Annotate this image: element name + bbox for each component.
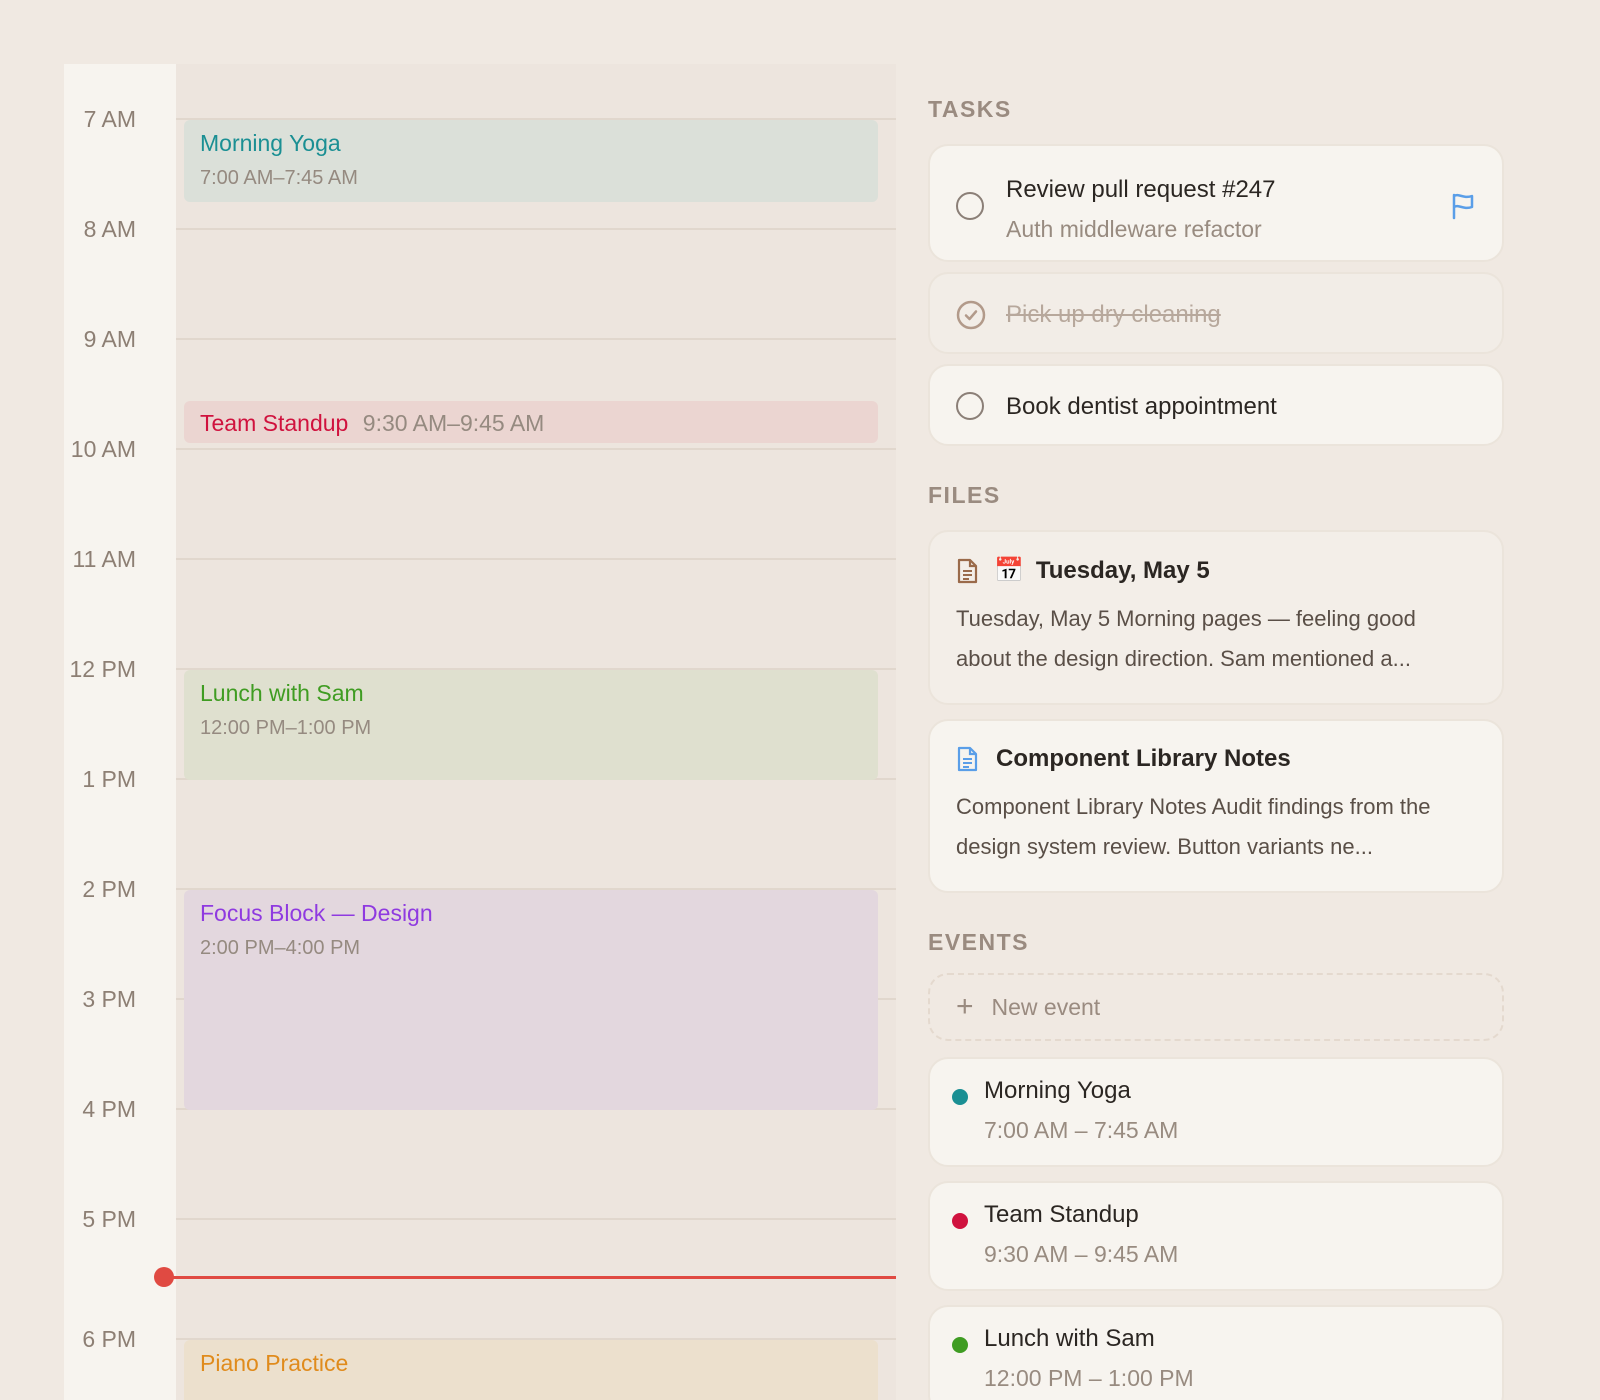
file-card[interactable]: Component Library Notes Component Librar… bbox=[928, 719, 1504, 893]
event-time: 7:00 AM–7:45 AM bbox=[200, 167, 358, 190]
file-preview: Tuesday, May 5 Morning pages — feeling g… bbox=[956, 606, 1416, 671]
tasks-heading: TASKS bbox=[928, 96, 1012, 122]
task-item[interactable]: Book dentist appointment bbox=[928, 364, 1504, 446]
day-calendar: 7 AM 8 AM 9 AM 10 AM 11 AM 12 PM 1 PM 2 … bbox=[64, 64, 896, 1400]
event-time: 2:00 PM–4:00 PM bbox=[200, 937, 361, 960]
event-title: Morning Yoga bbox=[984, 1077, 1131, 1104]
calendar-event-team-standup[interactable]: Team Standup 9:30 AM–9:45 AM bbox=[184, 401, 878, 443]
task-item[interactable]: Review pull request #247 Auth middleware… bbox=[928, 144, 1504, 262]
event-color-dot bbox=[952, 1089, 968, 1105]
hour-label: 1 PM bbox=[82, 766, 136, 792]
file-title: Tuesday, May 5 bbox=[1035, 556, 1210, 584]
hour-label: 4 PM bbox=[82, 1096, 136, 1122]
calendar-emoji-icon: 📅 bbox=[994, 557, 1024, 584]
current-time-dot bbox=[154, 1267, 174, 1287]
calendar-event-focus-block[interactable]: Focus Block — Design 2:00 PM–4:00 PM bbox=[184, 890, 878, 1110]
current-time-line bbox=[162, 1276, 896, 1279]
event-time: 9:30 AM–9:45 AM bbox=[362, 410, 545, 436]
side-panel: TASKS Review pull request #247 Auth midd… bbox=[928, 96, 1504, 1400]
calendar-event-piano-practice[interactable]: Piano Practice bbox=[184, 1340, 878, 1400]
event-title: Team Standup bbox=[984, 1201, 1139, 1228]
new-event-label: New event bbox=[991, 993, 1101, 1020]
calendar-event-morning-yoga[interactable]: Morning Yoga 7:00 AM–7:45 AM bbox=[184, 120, 878, 202]
hour-label: 5 PM bbox=[82, 1206, 136, 1232]
task-checkbox[interactable] bbox=[956, 392, 984, 420]
hour-label: 12 PM bbox=[69, 656, 136, 682]
time-gutter bbox=[64, 64, 176, 1400]
event-title: Team Standup bbox=[200, 410, 349, 436]
hour-line bbox=[176, 338, 896, 340]
hour-label: 2 PM bbox=[82, 876, 136, 902]
hour-label: 8 AM bbox=[83, 216, 136, 242]
files-heading: FILES bbox=[928, 482, 1001, 508]
event-time: 7:00 AM – 7:45 AM bbox=[984, 1117, 1179, 1143]
flag-icon[interactable] bbox=[1450, 192, 1476, 220]
hour-label: 9 AM bbox=[83, 326, 136, 352]
hour-label: 10 AM bbox=[70, 436, 136, 462]
event-time: 12:00 PM – 1:00 PM bbox=[984, 1365, 1194, 1391]
hour-label: 6 PM bbox=[82, 1326, 136, 1352]
event-title: Lunch with Sam bbox=[984, 1325, 1155, 1352]
event-color-dot bbox=[952, 1213, 968, 1229]
calendar-event-lunch[interactable]: Lunch with Sam 12:00 PM–1:00 PM bbox=[184, 670, 878, 780]
event-time: 12:00 PM–1:00 PM bbox=[200, 717, 372, 740]
task-checkbox[interactable] bbox=[956, 192, 984, 220]
event-item[interactable]: Morning Yoga 7:00 AM – 7:45 AM bbox=[928, 1057, 1504, 1167]
new-event-button[interactable]: + New event bbox=[928, 973, 1504, 1041]
hour-label: 3 PM bbox=[82, 986, 136, 1012]
task-subtitle: Auth middleware refactor bbox=[1006, 216, 1262, 242]
events-heading: EVENTS bbox=[928, 929, 1030, 955]
task-item-done[interactable]: Pick up dry cleaning bbox=[928, 272, 1504, 354]
hour-line bbox=[176, 448, 896, 450]
plus-icon: + bbox=[956, 990, 974, 1023]
hour-line bbox=[176, 558, 896, 560]
event-title: Morning Yoga bbox=[200, 130, 341, 156]
task-title: Pick up dry cleaning bbox=[1006, 301, 1221, 328]
event-time: 9:30 AM – 9:45 AM bbox=[984, 1241, 1179, 1267]
event-title: Piano Practice bbox=[200, 1350, 349, 1376]
event-item[interactable]: Lunch with Sam 12:00 PM – 1:00 PM bbox=[928, 1305, 1504, 1400]
hour-line bbox=[176, 1218, 896, 1220]
hour-label: 11 AM bbox=[72, 546, 137, 572]
file-preview: Component Library Notes Audit findings f… bbox=[956, 794, 1431, 859]
check-circle-icon[interactable] bbox=[956, 300, 986, 330]
file-title: Component Library Notes bbox=[996, 745, 1291, 772]
task-title: Review pull request #247 bbox=[1006, 176, 1276, 203]
event-color-dot bbox=[952, 1337, 968, 1353]
event-title: Lunch with Sam bbox=[200, 680, 364, 706]
hour-label: 7 AM bbox=[83, 106, 136, 132]
event-title: Focus Block — Design bbox=[200, 900, 433, 926]
document-icon bbox=[957, 746, 978, 772]
task-title: Book dentist appointment bbox=[1006, 393, 1277, 420]
file-card[interactable]: 📅 Tuesday, May 5 Tuesday, May 5 Morning … bbox=[928, 530, 1504, 705]
event-item[interactable]: Team Standup 9:30 AM – 9:45 AM bbox=[928, 1181, 1504, 1291]
document-icon bbox=[957, 558, 978, 583]
hour-line bbox=[176, 228, 896, 230]
